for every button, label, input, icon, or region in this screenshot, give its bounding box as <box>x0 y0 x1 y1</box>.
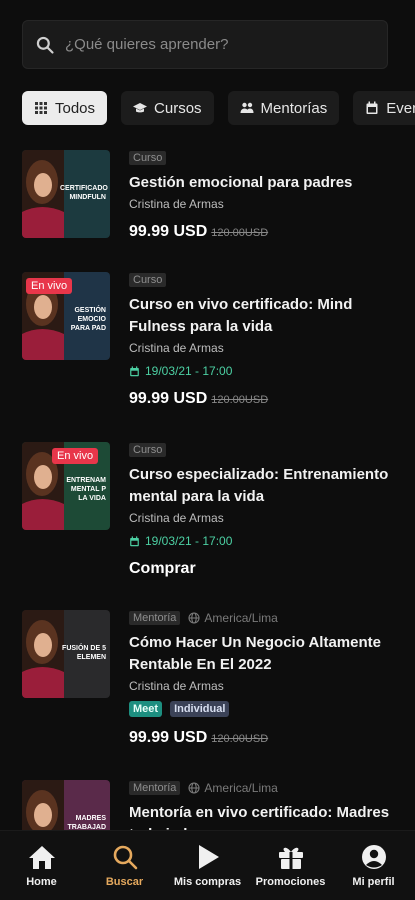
nav-label: Mis compras <box>173 875 242 888</box>
thumbnail-text: Fusión de 5 elemen <box>62 645 106 661</box>
mentoring-thumbnail[interactable]: Madres trabajad <box>22 780 110 830</box>
type-tag: Mentoría <box>129 781 181 795</box>
filter-chip-label: Cursos <box>154 99 202 117</box>
play-icon <box>198 844 219 869</box>
course-thumbnail[interactable]: Certificado MINDFULN <box>22 150 110 238</box>
thumbnail-text: Certificado MINDFULN <box>60 185 108 201</box>
price-row: 99.99 USD 120.00USD <box>129 223 399 241</box>
type-tag: Curso <box>129 443 167 457</box>
item-title: Curso en vivo certificado: Mind Fulness … <box>129 296 353 335</box>
nav-buscar[interactable]: Buscar <box>85 844 165 888</box>
nav-label: Buscar <box>105 875 144 888</box>
price-row: 99.99 USD 120.00USD <box>129 390 399 408</box>
timezone-text: America/Lima <box>204 781 278 795</box>
list-item[interactable]: Gestión emocio para pad En vivo Curso Cu… <box>22 262 402 422</box>
timezone-text: America/Lima <box>204 611 278 625</box>
search-bar[interactable] <box>22 20 388 69</box>
live-badge: En vivo <box>52 448 99 464</box>
list-item[interactable]: Certificado MINDFULN Curso Gestión emoci… <box>22 140 402 260</box>
timezone: America/Lima <box>188 781 278 795</box>
filter-chip-cursos[interactable]: Cursos <box>121 91 214 125</box>
filter-chip-label: Even <box>386 99 415 117</box>
old-price: 120.00USD <box>211 227 269 239</box>
buy-button[interactable]: Comprar <box>129 560 399 578</box>
calendar-icon <box>366 101 378 114</box>
filter-chip-label: Todos <box>55 99 96 117</box>
filter-chips: Todos Cursos Mentorías Even <box>22 91 415 125</box>
item-author: Cristina de Armas <box>129 679 224 693</box>
course-thumbnail[interactable]: Gestión emocio para pad En vivo <box>22 272 110 360</box>
instructor-photo <box>22 780 64 830</box>
item-author: Cristina de Armas <box>129 511 224 525</box>
search-icon <box>36 36 54 54</box>
profile-icon <box>361 844 386 869</box>
event-date-text: 19/03/21 - 17:00 <box>145 364 233 378</box>
search-icon <box>113 845 137 869</box>
nav-mi-perfil[interactable]: Mi perfil <box>334 844 414 888</box>
type-tag: Curso <box>129 151 167 165</box>
search-input[interactable] <box>65 36 365 53</box>
nav-promociones[interactable]: Promociones <box>251 844 331 888</box>
nav-mis-compras[interactable]: Mis compras <box>168 844 248 888</box>
results-list: Certificado MINDFULN Curso Gestión emoci… <box>0 140 415 830</box>
globe-icon <box>188 782 200 794</box>
meet-badge: Meet <box>129 701 163 717</box>
timezone: America/Lima <box>188 611 278 625</box>
type-tag: Mentoría <box>129 611 181 625</box>
globe-icon <box>188 612 200 624</box>
course-thumbnail[interactable]: Entrenam mental p la vida En vivo <box>22 442 110 530</box>
current-price: 99.99 USD <box>129 729 208 746</box>
mentoring-thumbnail[interactable]: Fusión de 5 elemen <box>22 610 110 698</box>
old-price: 120.00USD <box>211 733 269 745</box>
gift-icon <box>278 847 303 869</box>
type-tag: Curso <box>129 273 167 287</box>
event-date: 19/03/21 - 17:00 <box>129 534 399 548</box>
filter-chip-mentorias[interactable]: Mentorías <box>227 91 340 125</box>
thumbnail-text: Entrenam mental p la vida <box>66 477 106 502</box>
thumbnail-text: Gestión emocio para pad <box>70 307 106 332</box>
users-icon <box>240 102 254 113</box>
item-title: Cómo Hacer Un Negocio Altamente Rentable… <box>129 634 381 673</box>
item-author: Cristina de Armas <box>129 341 224 355</box>
current-price: 99.99 USD <box>129 223 208 240</box>
modality-badges: Meet Individual <box>129 701 399 717</box>
list-item[interactable]: Fusión de 5 elemen Mentoría America/Lima… <box>22 600 402 760</box>
event-date: 19/03/21 - 17:00 <box>129 364 399 378</box>
instructor-photo <box>22 610 64 698</box>
event-date-text: 19/03/21 - 17:00 <box>145 534 233 548</box>
item-title: Mentoría en vivo certificado: Madres tra… <box>129 804 390 830</box>
filter-chip-label: Mentorías <box>260 99 328 117</box>
graduation-cap-icon <box>133 103 148 113</box>
nav-label: Promociones <box>255 875 326 888</box>
instructor-photo <box>22 150 64 238</box>
filter-chip-eventos[interactable]: Even <box>353 91 415 125</box>
nav-label: Home <box>26 875 57 888</box>
individual-badge: Individual <box>170 701 230 717</box>
list-item[interactable]: Entrenam mental p la vida En vivo Curso … <box>22 432 402 592</box>
item-title: Gestión emocional para padres <box>129 174 353 191</box>
nav-home[interactable]: Home <box>2 844 82 888</box>
old-price: 120.00USD <box>211 394 269 406</box>
calendar-icon <box>130 535 139 546</box>
list-item[interactable]: Madres trabajad Mentoría America/Lima Me… <box>22 770 402 830</box>
home-icon <box>28 845 55 869</box>
filter-chip-todos[interactable]: Todos <box>22 91 108 125</box>
item-title: Curso especializado: Entrenamiento menta… <box>129 466 389 505</box>
current-price: 99.99 USD <box>129 390 208 407</box>
calendar-icon <box>130 365 139 376</box>
bottom-nav: Home Buscar Mis compras Promociones Mi p… <box>0 830 415 900</box>
item-author: Cristina de Armas <box>129 197 224 211</box>
live-badge: En vivo <box>26 278 73 294</box>
thumbnail-text: Madres trabajad <box>67 815 107 830</box>
grid-icon <box>35 102 47 114</box>
nav-label: Mi perfil <box>352 875 395 888</box>
price-row: 99.99 USD 120.00USD <box>129 729 399 747</box>
